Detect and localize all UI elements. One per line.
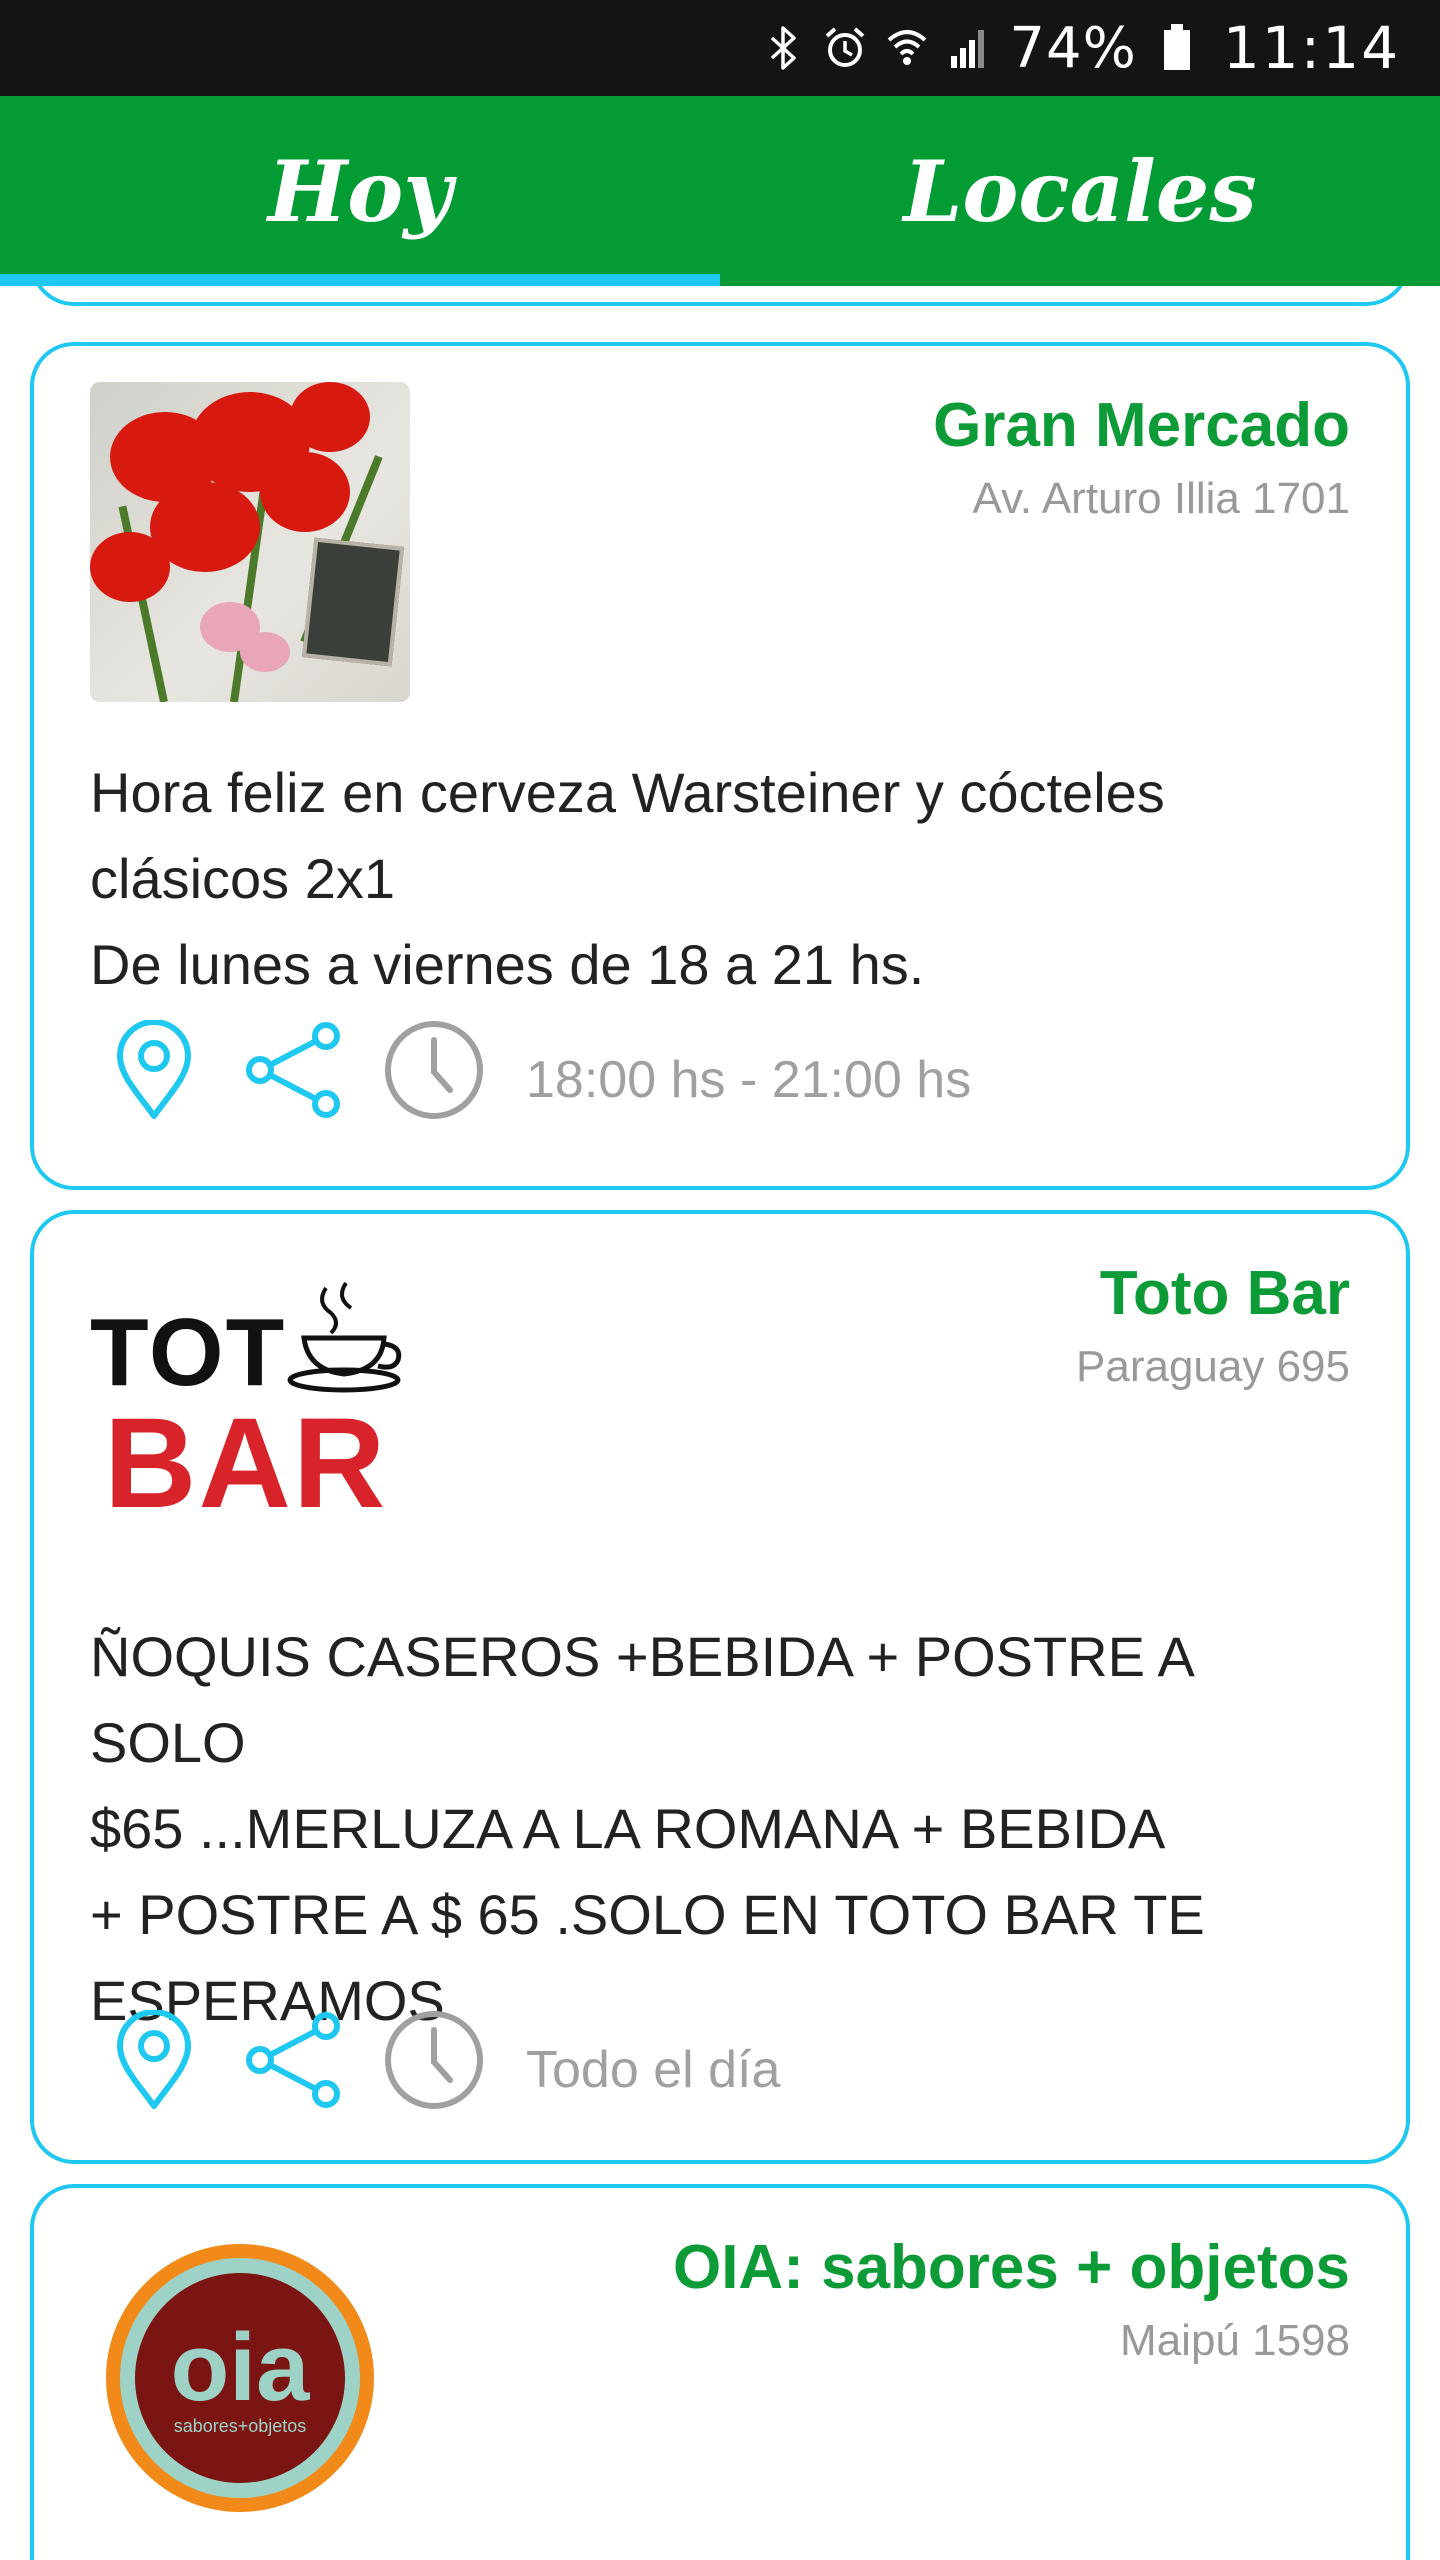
promo-list[interactable]: Gran Mercado Av. Arturo Illia 1701 Hora …	[0, 286, 1440, 2560]
alarm-icon	[823, 26, 867, 70]
battery-percent: 74%	[1009, 15, 1137, 81]
promo-time: Todo el día	[526, 2041, 781, 2099]
promo-card[interactable]: oia sabores+objetos OIA: sabores + objet…	[30, 2184, 1410, 2560]
tab-hoy[interactable]: Hoy	[0, 96, 720, 286]
place-name: Toto Bar	[1099, 1259, 1350, 1328]
clock-icon	[378, 2004, 490, 2116]
promo-time: 18:00 hs - 21:00 hs	[526, 1051, 972, 1109]
card-actions: 18:00 hs - 21:00 hs	[98, 1014, 971, 1126]
clock: 11:14	[1222, 14, 1400, 82]
place-address: Av. Arturo Illia 1701	[972, 474, 1350, 523]
tab-bar: Hoy Locales	[0, 96, 1440, 286]
clock-icon	[378, 1014, 490, 1126]
place-image	[90, 382, 410, 702]
tab-indicator	[0, 274, 720, 286]
promo-card[interactable]: TOT BAR Toto Bar Paraguay 695 ÑOQUIS CAS…	[30, 1210, 1410, 2164]
tab-locales[interactable]: Locales	[720, 96, 1440, 286]
promo-description: ÑOQUIS CASEROS +BEBIDA + POSTRE A SOLO $…	[90, 1625, 1205, 2032]
place-logo: oia sabores+objetos	[90, 2224, 410, 2544]
battery-icon	[1155, 24, 1199, 70]
logo-subtext: sabores+objetos	[173, 2415, 307, 2436]
place-name: Gran Mercado	[933, 391, 1350, 460]
previous-card-edge	[30, 286, 1410, 306]
share-icon[interactable]	[238, 1014, 350, 1126]
status-bar: 74% 11:14	[0, 0, 1440, 96]
location-pin-icon[interactable]	[98, 2004, 210, 2116]
location-pin-icon[interactable]	[98, 1014, 210, 1126]
share-icon[interactable]	[238, 2004, 350, 2116]
signal-icon	[947, 26, 991, 70]
place-address: Paraguay 695	[1076, 1342, 1350, 1391]
bluetooth-icon	[761, 26, 805, 70]
place-address: Maipú 1598	[1120, 2316, 1350, 2365]
promo-card[interactable]: Gran Mercado Av. Arturo Illia 1701 Hora …	[30, 342, 1410, 1190]
logo-text-bottom: BAR	[104, 1392, 388, 1535]
place-logo: TOT BAR	[90, 1250, 410, 1570]
coffee-cup-icon	[287, 1281, 402, 1393]
logo-text: oia	[170, 2313, 310, 2421]
promo-description: Hora feliz en cerveza Warsteiner y cócte…	[90, 761, 1165, 996]
place-name: OIA: sabores + objetos	[672, 2233, 1350, 2302]
wifi-icon	[885, 26, 929, 70]
card-actions: Todo el día	[98, 2004, 780, 2116]
